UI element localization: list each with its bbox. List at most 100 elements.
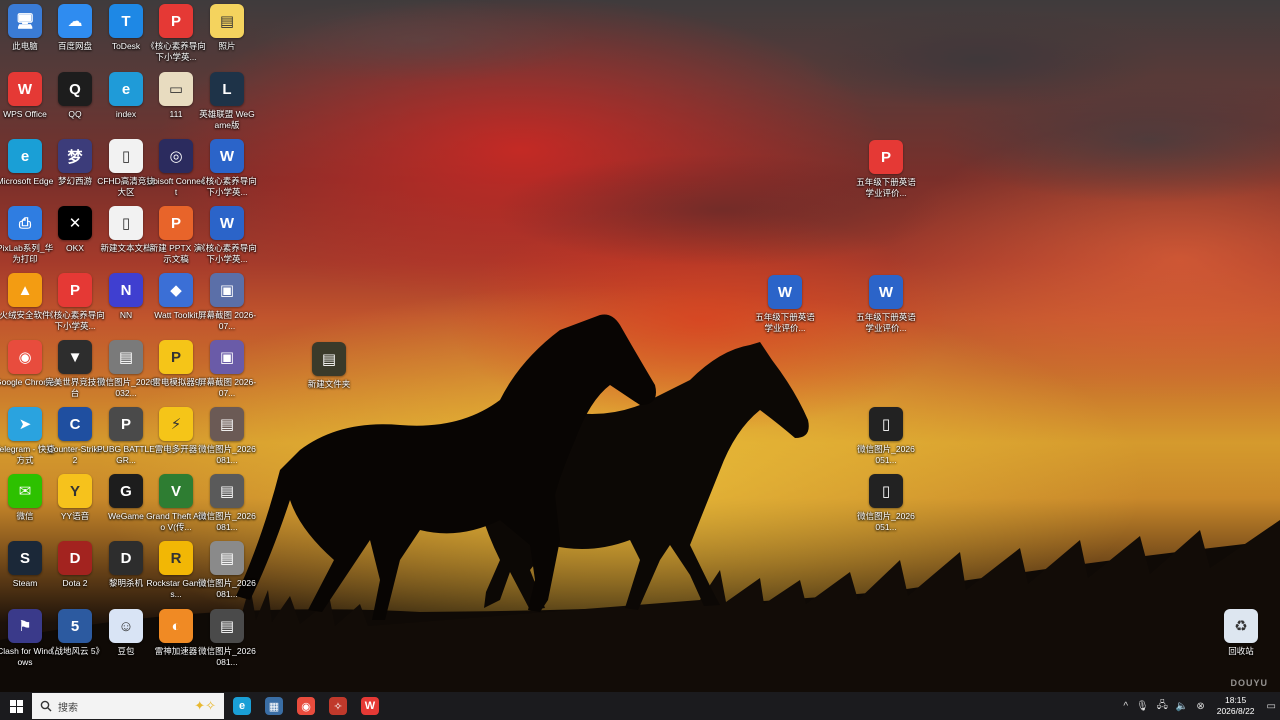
desktop-icon-image: e xyxy=(109,72,143,106)
taskbar-app-wps[interactable]: W xyxy=(354,692,386,720)
desktop-icon-label: 五年级下册英语学业评价... xyxy=(856,312,916,333)
desktop-icon-image: 梦 xyxy=(58,139,92,173)
clock-time: 18:15 xyxy=(1224,695,1247,705)
desktop-icon-image: ☁ xyxy=(58,4,92,38)
desktop-icon-label: 新建文件夹 xyxy=(307,379,351,389)
desktop-icon-image: e xyxy=(8,139,42,173)
taskbar-app-chrome[interactable]: ◉ xyxy=(290,692,322,720)
desktop-icon-image: P xyxy=(869,140,903,174)
taskbar: 搜索 ✦✧ e ▦ ◉ ✧ W ^ 🎙 🖧 🔈 ⊗ 18:15 2026/8/22 ▭ xyxy=(0,692,1280,720)
desktop-icon[interactable]: ▣ 屏幕截图 2026-07... xyxy=(197,273,257,332)
search-icon xyxy=(40,700,52,712)
desktop-icon-image: G xyxy=(109,474,143,508)
desktop-icon[interactable]: ▤ 微信图片_2026081... xyxy=(197,474,257,533)
desktop-icon-image: ⚡ xyxy=(159,407,193,441)
desktop-icon-image: W xyxy=(768,275,802,309)
desktop-icon-image: P xyxy=(58,273,92,307)
desktop-icon-label: 五年级下册英语学业评价... xyxy=(755,312,815,333)
desktop-icon[interactable]: L 英雄联盟 WeGame版 xyxy=(197,72,257,131)
game-launcher-icon: ✧ xyxy=(329,697,347,715)
windows-logo-icon xyxy=(9,699,23,713)
desktop-icon[interactable]: ▤ 新建文件夹 xyxy=(299,342,359,390)
search-placeholder: 搜索 xyxy=(58,702,78,714)
desktop-icon-image: ▯ xyxy=(109,139,143,173)
desktop-icon-image: L xyxy=(210,72,244,106)
desktop-icon-image: ➤ xyxy=(8,407,42,441)
taskbar-app-edge[interactable]: e xyxy=(226,692,258,720)
clock-date: 2026/8/22 xyxy=(1216,706,1255,716)
desktop-icon-image: Y xyxy=(58,474,92,508)
desktop-icon-image: Q xyxy=(58,72,92,106)
desktop-icon-image: ▯ xyxy=(869,474,903,508)
tray-overflow-chevron-icon[interactable]: ^ xyxy=(1123,701,1128,712)
network-icon[interactable]: 🖧 xyxy=(1157,698,1168,715)
desktop-icon-image: D xyxy=(109,541,143,575)
desktop-icon[interactable]: ▣ 屏幕截图 2026-07... xyxy=(197,340,257,399)
desktop-icon-label: 屏幕截图 2026-07... xyxy=(197,377,257,398)
desktop-icon-image: 🖥 xyxy=(8,4,42,38)
desktop-icon-image: ▤ xyxy=(210,4,244,38)
desktop-icon-label: 《核心素养导向下小学英... xyxy=(197,243,257,264)
desktop-icon-image: ☺ xyxy=(109,609,143,643)
desktop-icon-image: ▣ xyxy=(210,273,244,307)
taskbar-search-box[interactable]: 搜索 ✦✧ xyxy=(32,693,224,719)
desktop-icon-image: ♻ xyxy=(1224,609,1258,643)
desktop-icon-label: 微信图片_2026081... xyxy=(198,646,256,667)
notification-center-icon[interactable]: ▭ xyxy=(1267,701,1276,712)
desktop-icon-image: ⚑ xyxy=(8,609,42,643)
desktop-icon-image: ▤ xyxy=(210,407,244,441)
desktop-icon-image: W xyxy=(210,206,244,240)
desktop-icon-image: ▤ xyxy=(210,474,244,508)
calculator-icon: ▦ xyxy=(265,697,283,715)
desktop-icon[interactable]: ▤ 微信图片_2026081... xyxy=(197,609,257,668)
desktop-icon-image: ◐ xyxy=(159,609,193,643)
desktop-icon-image: N xyxy=(109,273,143,307)
desktop-icon[interactable]: W 《核心素养导向下小学英... xyxy=(197,139,257,198)
desktop-icon[interactable]: P 五年级下册英语学业评价... xyxy=(856,140,916,199)
desktop-icon-image: ✕ xyxy=(58,206,92,240)
desktop-icon[interactable]: ▯ 微信图片_2026051... xyxy=(856,407,916,466)
start-button[interactable] xyxy=(0,692,32,720)
desktop-icon-image: 5 xyxy=(58,609,92,643)
taskbar-app-calculator[interactable]: ▦ xyxy=(258,692,290,720)
desktop-icon-image: T xyxy=(109,4,143,38)
desktop-icon[interactable]: ▯ 微信图片_2026051... xyxy=(856,474,916,533)
desktop-icon-image: P xyxy=(159,206,193,240)
desktop-icon-image: ▤ xyxy=(109,340,143,374)
input-method-icon[interactable]: ⊗ xyxy=(1196,701,1204,712)
desktop-icon-image: W xyxy=(210,139,244,173)
desktop-icon-image: W xyxy=(8,72,42,106)
desktop-icon-image: ▤ xyxy=(210,541,244,575)
desktop-icon-label: 微信图片_2026051... xyxy=(857,444,915,465)
desktop-icon[interactable]: W 五年级下册英语学业评价... xyxy=(856,275,916,334)
volume-icon[interactable]: 🔈 xyxy=(1176,701,1188,712)
desktop-icon[interactable]: ▤ 照片 xyxy=(197,4,257,52)
chrome-icon: ◉ xyxy=(297,697,315,715)
desktop-icon[interactable]: ▤ 微信图片_2026081... xyxy=(197,407,257,466)
stream-watermark: DOUYU xyxy=(1230,678,1268,688)
desktop-icon-label: 微信图片_2026081... xyxy=(198,444,256,465)
desktop-icon-image: D xyxy=(58,541,92,575)
desktop-icon-image: ⎙ xyxy=(8,206,42,240)
desktop-icon[interactable]: W 五年级下册英语学业评价... xyxy=(755,275,815,334)
search-highlight-icon: ✦✧ xyxy=(194,698,216,713)
desktop-icon-label: 五年级下册英语学业评价... xyxy=(856,177,916,198)
desktop-icon-image: P xyxy=(109,407,143,441)
desktop-icon[interactable]: ♻ 回收站 xyxy=(1211,609,1271,657)
taskbar-app-game-launcher[interactable]: ✧ xyxy=(322,692,354,720)
desktop-icon[interactable]: W 《核心素养导向下小学英... xyxy=(197,206,257,265)
desktop-icon-image: V xyxy=(159,474,193,508)
desktop-icon-image: P xyxy=(159,340,193,374)
desktop-icon-image: ▯ xyxy=(109,206,143,240)
desktop-icon-image: ▭ xyxy=(159,72,193,106)
desktop-icon-label: 照片 xyxy=(218,41,236,51)
desktop-icon-image: W xyxy=(869,275,903,309)
desktop-icon-label: 回收站 xyxy=(1228,646,1254,656)
desktop-icon-label: 微信图片_2026051... xyxy=(857,511,915,532)
desktop-icon-image: ◎ xyxy=(159,139,193,173)
taskbar-clock[interactable]: 18:15 2026/8/22 xyxy=(1217,695,1255,717)
microphone-icon[interactable]: 🎙 xyxy=(1136,701,1149,712)
desktop-icon[interactable]: ▤ 微信图片_2026081... xyxy=(197,541,257,600)
wps-icon: W xyxy=(361,697,379,715)
desktop-icon-image: S xyxy=(8,541,42,575)
